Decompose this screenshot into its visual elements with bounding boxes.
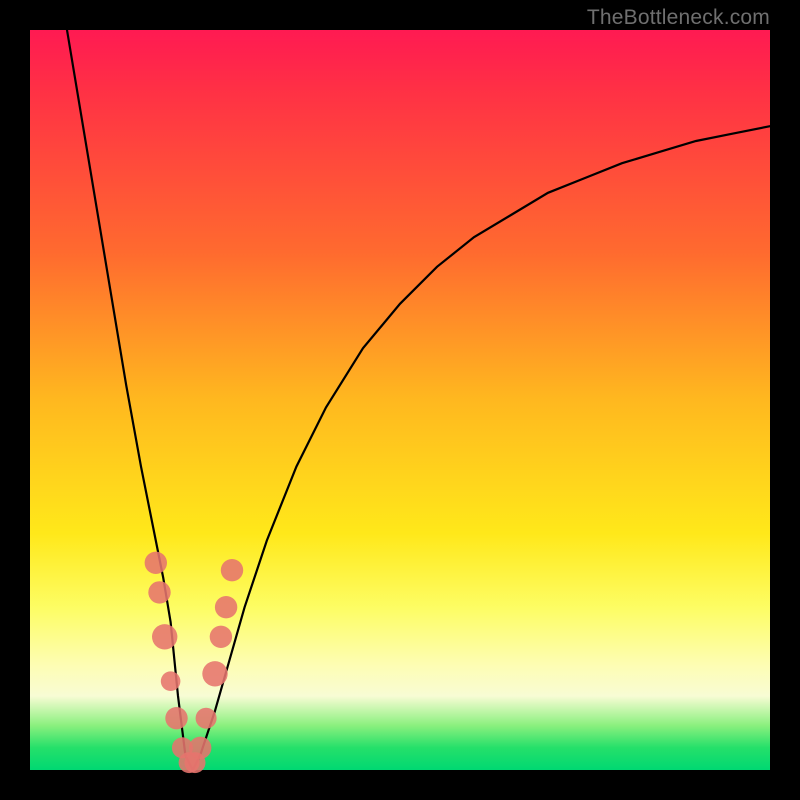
marker-dot (161, 671, 181, 691)
marker-dot (189, 737, 211, 759)
marker-dot (215, 596, 237, 618)
attribution-text: TheBottleneck.com (587, 6, 770, 30)
marker-dot (202, 661, 227, 686)
marker-dot (145, 552, 167, 574)
marker-dot (210, 626, 232, 648)
marker-dot (221, 559, 243, 581)
marker-dot (165, 707, 187, 729)
marker-dot (152, 624, 177, 649)
chart-svg (30, 30, 770, 770)
chart-frame: TheBottleneck.com (0, 0, 800, 800)
chart-plot-area (30, 30, 770, 770)
bottleneck-curve (67, 30, 770, 770)
marker-dot (196, 708, 217, 729)
marker-dot (148, 581, 170, 603)
